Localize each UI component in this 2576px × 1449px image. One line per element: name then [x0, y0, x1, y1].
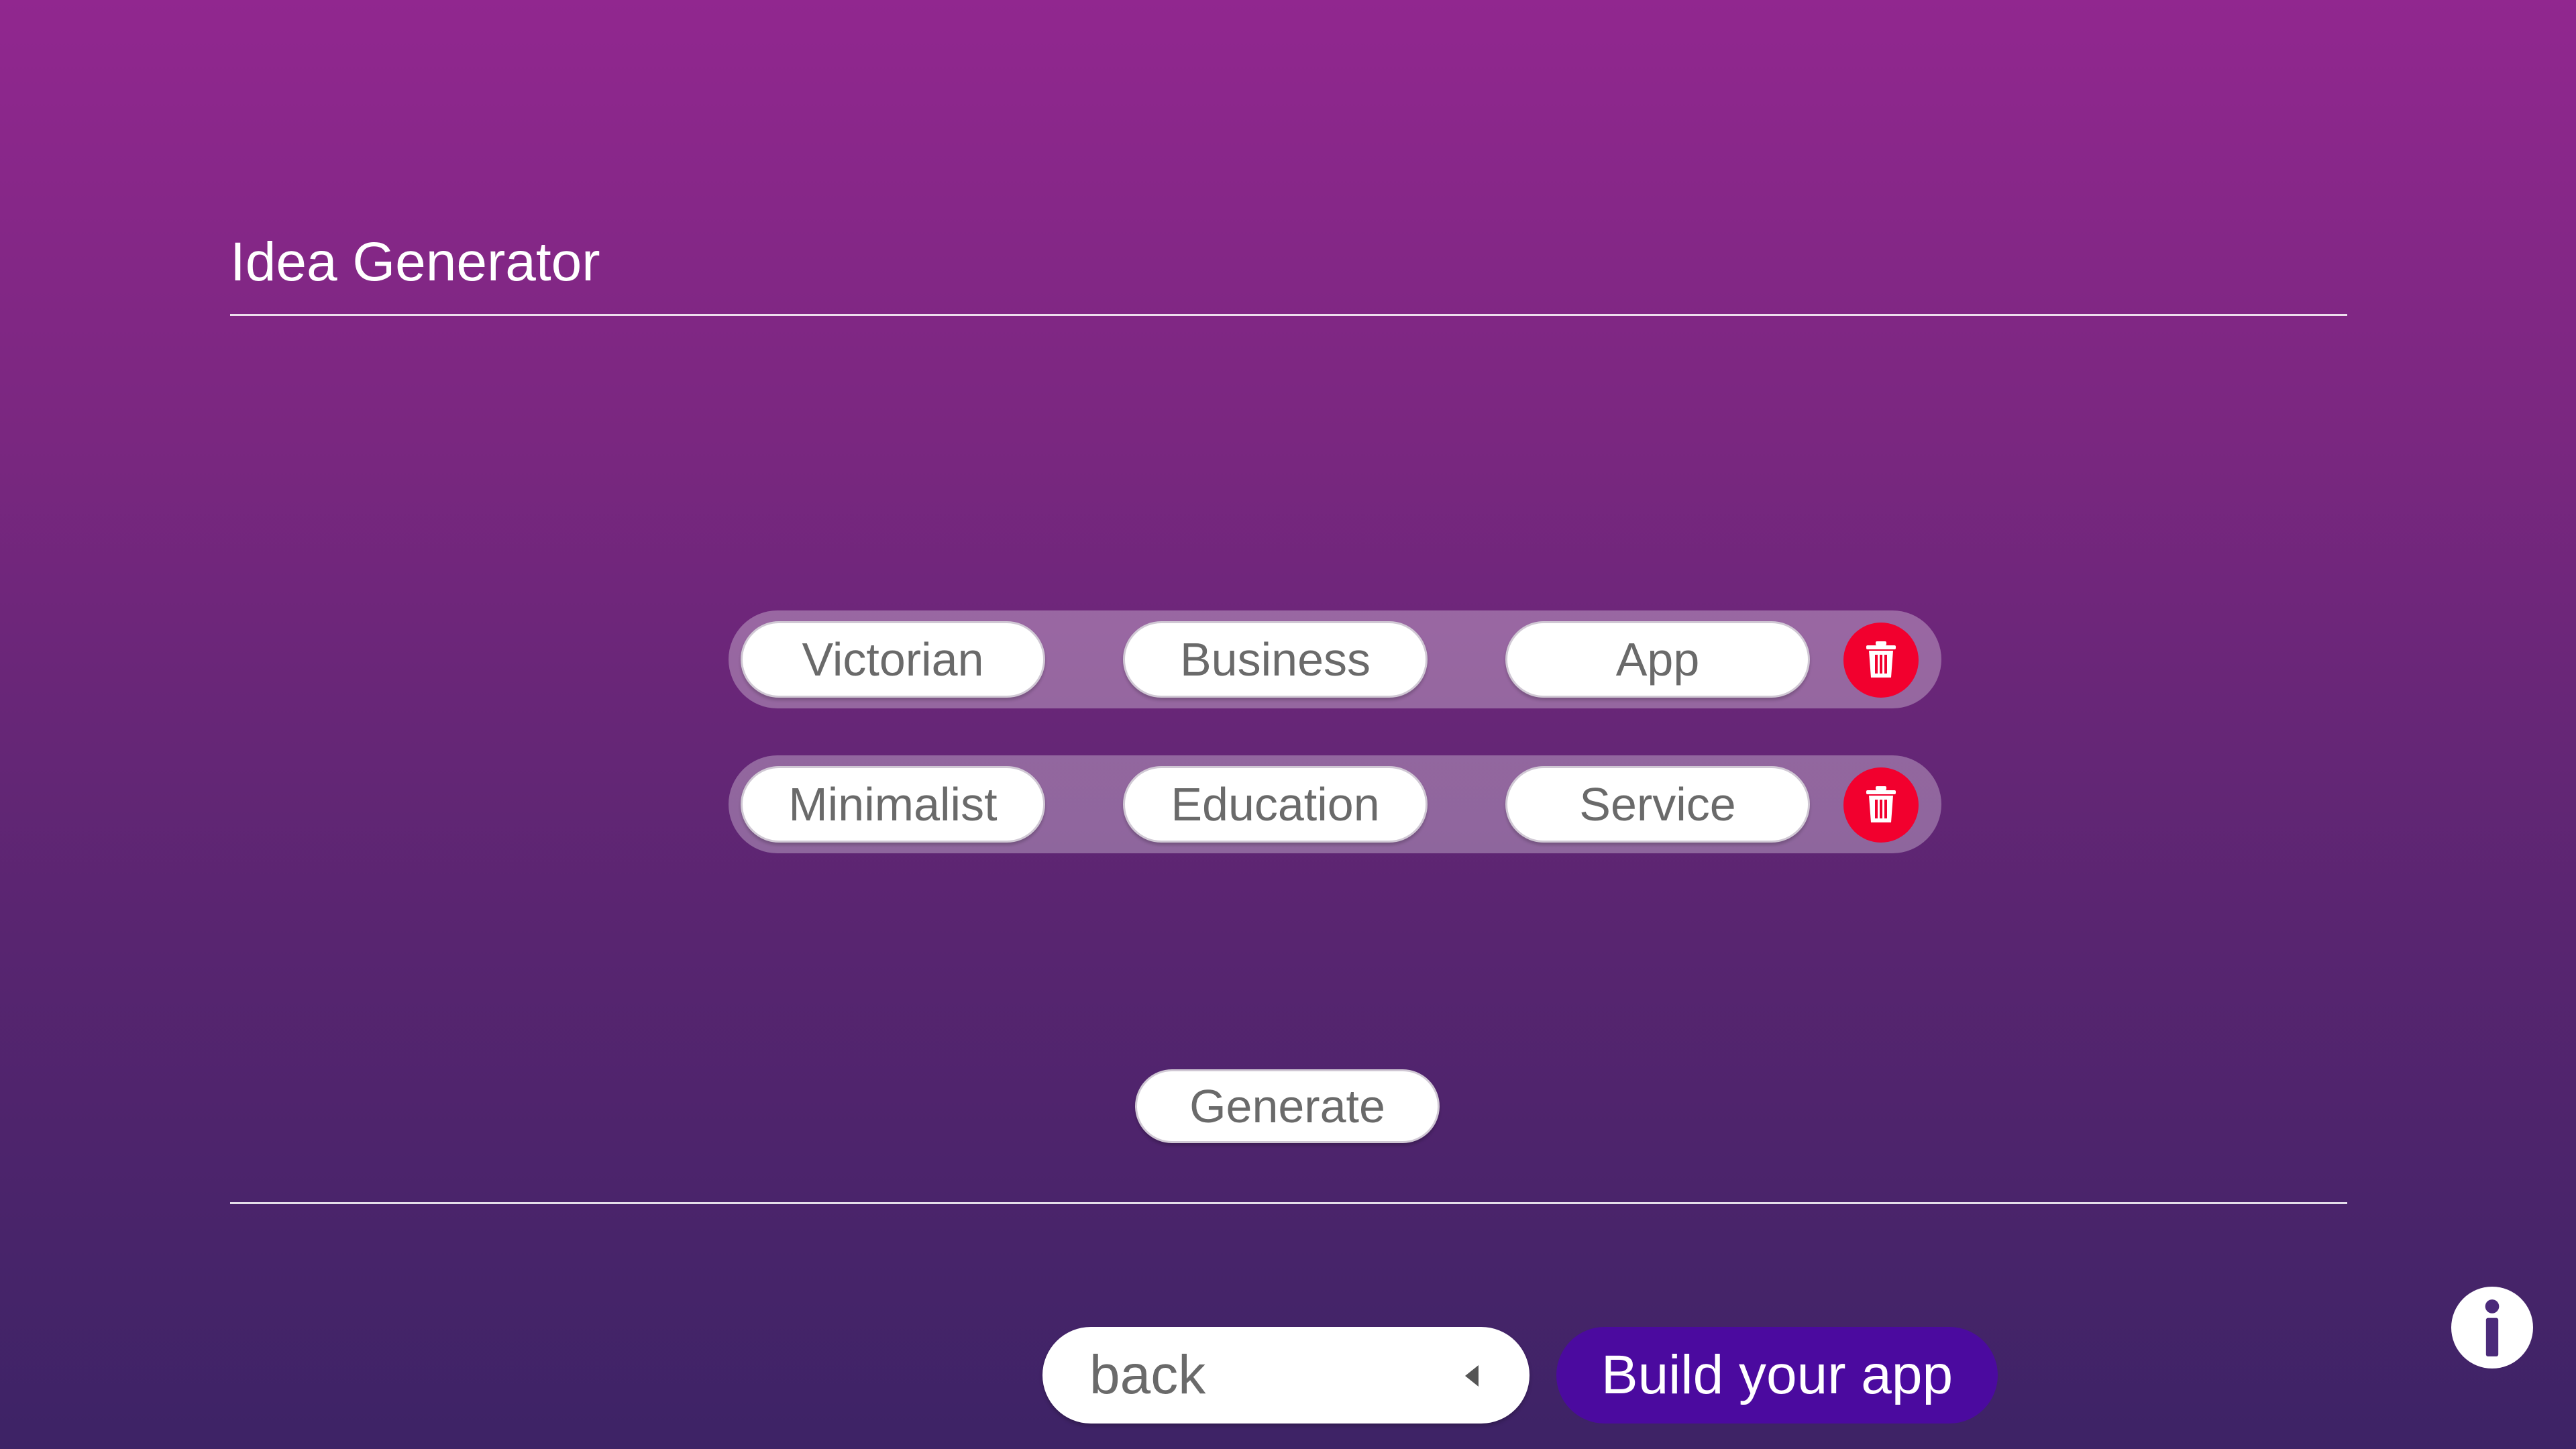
info-button[interactable] [2451, 1287, 2533, 1368]
header-divider [230, 314, 2347, 316]
page-title: Idea Generator [230, 231, 600, 292]
idea-word-chip[interactable]: Service [1505, 766, 1810, 843]
delete-row-button[interactable] [1843, 623, 1919, 698]
idea-row: Minimalist Education Service [729, 755, 1941, 853]
idea-row: Victorian Business App [729, 610, 1941, 708]
generate-button[interactable]: Generate [1135, 1069, 1440, 1143]
idea-word-chip[interactable]: Minimalist [741, 766, 1045, 843]
trash-icon [1866, 641, 1896, 678]
delete-row-button[interactable] [1843, 767, 1919, 843]
footer-divider [230, 1202, 2347, 1204]
idea-word-chip[interactable]: Business [1123, 621, 1428, 698]
back-button-label: back [1089, 1344, 1206, 1405]
idea-word-chip[interactable]: Victorian [741, 621, 1045, 698]
triangle-left-icon [1465, 1365, 1479, 1387]
back-button[interactable]: back [1042, 1327, 1529, 1424]
idea-word-chip[interactable]: App [1505, 621, 1810, 698]
trash-icon [1866, 786, 1896, 822]
idea-word-chip[interactable]: Education [1123, 766, 1428, 843]
info-icon [2485, 1299, 2500, 1356]
build-your-app-button[interactable]: Build your app [1556, 1327, 1998, 1424]
